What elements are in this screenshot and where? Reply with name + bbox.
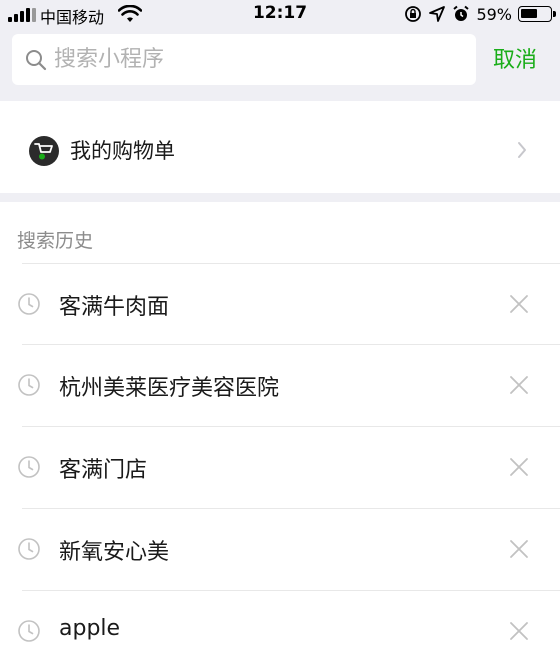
alarm-clock-icon: [453, 5, 470, 21]
history-item-label: 杭州美莱医疗美容医院: [59, 376, 280, 401]
chevron-right-icon: [518, 142, 526, 158]
cancel-button[interactable]: 取消: [493, 42, 537, 74]
close-icon[interactable]: [508, 293, 530, 315]
history-item-label: 客满牛肉面: [59, 295, 170, 320]
shopping-cart-icon: [29, 136, 59, 166]
history-item[interactable]: 杭州美莱医疗美容医院: [0, 344, 560, 424]
close-icon[interactable]: [508, 538, 530, 560]
divider: [22, 263, 560, 264]
history-item-label: 新氧安心美: [59, 540, 170, 565]
history-item[interactable]: 客满牛肉面: [0, 263, 560, 343]
clock-icon: [18, 293, 40, 315]
search-input[interactable]: [54, 34, 464, 85]
close-icon[interactable]: [508, 456, 530, 478]
history-item[interactable]: 新氧安心美: [0, 508, 560, 588]
battery-percentage: 59%: [476, 4, 512, 24]
clock-icon: [18, 374, 40, 396]
location-arrow-icon: [429, 6, 446, 22]
divider: [22, 344, 560, 345]
search-icon: [26, 50, 47, 71]
section-divider: [0, 193, 560, 202]
divider: [22, 426, 560, 427]
history-item-label: apple: [59, 616, 121, 641]
status-bar: 中国移动 12:17 59%: [0, 0, 560, 28]
divider: [22, 508, 560, 509]
history-item[interactable]: apple: [0, 590, 560, 656]
battery-icon: [518, 6, 556, 22]
orientation-lock-icon: [405, 6, 422, 22]
shopping-list-label: 我的购物单: [70, 139, 175, 163]
search-box[interactable]: [12, 34, 476, 85]
clock-icon: [18, 620, 40, 642]
history-item[interactable]: 客满门店: [0, 426, 560, 506]
search-history-header: 搜索历史: [17, 230, 94, 252]
divider: [22, 590, 560, 591]
clock-icon: [18, 456, 40, 478]
close-icon[interactable]: [508, 374, 530, 396]
clock-icon: [18, 538, 40, 560]
history-item-label: 客满门店: [59, 458, 148, 483]
close-icon[interactable]: [508, 620, 530, 642]
